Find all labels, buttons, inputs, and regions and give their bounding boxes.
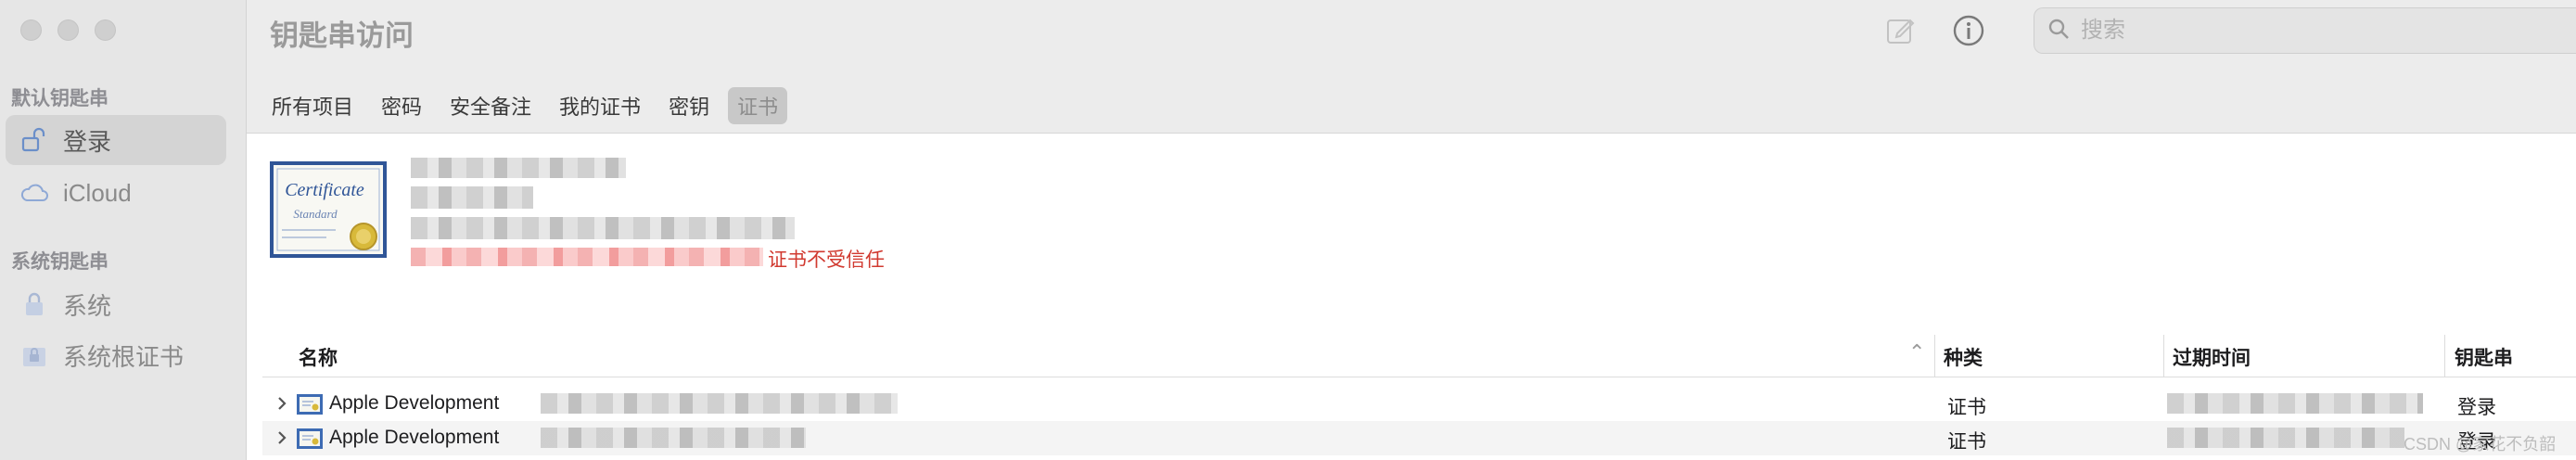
tab-passwords[interactable]: 密码 — [372, 87, 431, 124]
tab-my-certificates[interactable]: 我的证书 — [550, 87, 650, 124]
sidebar-item-system-roots[interactable]: 系统根证书 — [6, 330, 226, 380]
redacted-name-suffix — [541, 393, 898, 414]
sidebar-item-label: iCloud — [63, 178, 132, 207]
column-divider[interactable] — [2444, 335, 2445, 377]
row-keychain: 登录 — [2457, 397, 2496, 418]
default-keychains-heading: 默认钥匙串 — [11, 88, 108, 109]
redacted-name-suffix — [541, 428, 806, 448]
column-header-keychain[interactable]: 钥匙串 — [2455, 343, 2513, 371]
watermark-text: CSDN @家花不负韶 — [2404, 435, 2557, 454]
minimize-window-button[interactable] — [57, 19, 79, 41]
redacted-expiry-date — [2167, 393, 2423, 414]
window-controls — [20, 19, 116, 41]
disclosure-chevron-icon[interactable] — [274, 429, 290, 446]
toolbar: 钥匙串访问 所有项目 密码 安全备注 我的证书 密钥 证书 — [247, 0, 2576, 134]
cloud-icon — [19, 177, 50, 209]
search-field[interactable] — [2034, 7, 2576, 54]
certificate-icon — [296, 427, 324, 451]
column-header-expires[interactable]: 过期时间 — [2173, 343, 2251, 371]
sidebar-item-label: 登录 — [63, 127, 112, 156]
compose-icon[interactable] — [1882, 13, 1918, 48]
column-header-kind[interactable]: 种类 — [1944, 343, 1983, 371]
row-name: Apple Development — [329, 392, 500, 414]
column-divider[interactable] — [1934, 335, 1935, 377]
disclosure-chevron-icon[interactable] — [274, 395, 290, 412]
tab-all-items[interactable]: 所有项目 — [262, 87, 363, 124]
system-keychains-heading: 系统钥匙串 — [11, 251, 108, 273]
column-header-name[interactable]: 名称 — [299, 343, 338, 371]
certificate-icon — [296, 392, 324, 416]
certificate-untrusted-text: 证书不受信任 — [768, 249, 885, 271]
row-name: Apple Development — [329, 427, 500, 448]
table-row[interactable]: Apple Development 证书 登录 — [262, 387, 2576, 421]
lock-icon — [19, 288, 50, 320]
info-icon[interactable] — [1951, 13, 1986, 48]
sidebar-item-icloud[interactable]: iCloud — [6, 168, 226, 218]
tab-secure-notes[interactable]: 安全备注 — [440, 87, 541, 124]
tab-certificates[interactable]: 证书 — [728, 87, 788, 124]
magnifier-icon — [2047, 18, 2070, 45]
column-divider[interactable] — [2163, 335, 2164, 377]
category-tabs: 所有项目 密码 安全备注 我的证书 密钥 证书 — [262, 87, 797, 124]
redacted-expiry — [411, 217, 795, 239]
sidebar-item-system[interactable]: 系统 — [6, 279, 226, 329]
sidebar-item-label: 系统根证书 — [63, 342, 185, 371]
unlocked-padlock-icon — [19, 124, 50, 156]
redacted-issuer — [411, 186, 533, 209]
search-input[interactable] — [2079, 17, 2546, 45]
table-header: 名称 ⌃ 种类 过期时间 钥匙串 — [262, 335, 2576, 377]
redacted-certificate-name — [411, 158, 626, 178]
sidebar-item-label: 系统 — [63, 291, 112, 320]
certificate-image: Certificate Standard — [269, 160, 388, 259]
row-kind: 证书 — [1947, 397, 1986, 418]
main-area: 钥匙串访问 所有项目 密码 安全备注 我的证书 密钥 证书 Certi — [247, 0, 2576, 460]
table-row[interactable]: Apple Development 证书 登录 — [262, 421, 2576, 455]
row-kind: 证书 — [1947, 431, 1986, 453]
cabinet-lock-icon — [19, 339, 50, 371]
sidebar: 默认钥匙串 登录 iCloud 系统钥匙串 系统 系统根证书 — [0, 0, 247, 460]
sidebar-item-login[interactable]: 登录 — [6, 115, 226, 165]
certificate-subtitle-text: Standard — [293, 207, 338, 221]
redacted-trust-details — [411, 248, 763, 266]
certificate-title-text: Certificate — [285, 180, 364, 200]
sort-ascending-icon[interactable]: ⌃ — [1908, 340, 1925, 364]
tab-keys[interactable]: 密钥 — [659, 87, 719, 124]
redacted-expiry-date — [2167, 428, 2404, 448]
window-title: 钥匙串访问 — [270, 19, 414, 52]
close-window-button[interactable] — [20, 19, 42, 41]
zoom-window-button[interactable] — [95, 19, 116, 41]
